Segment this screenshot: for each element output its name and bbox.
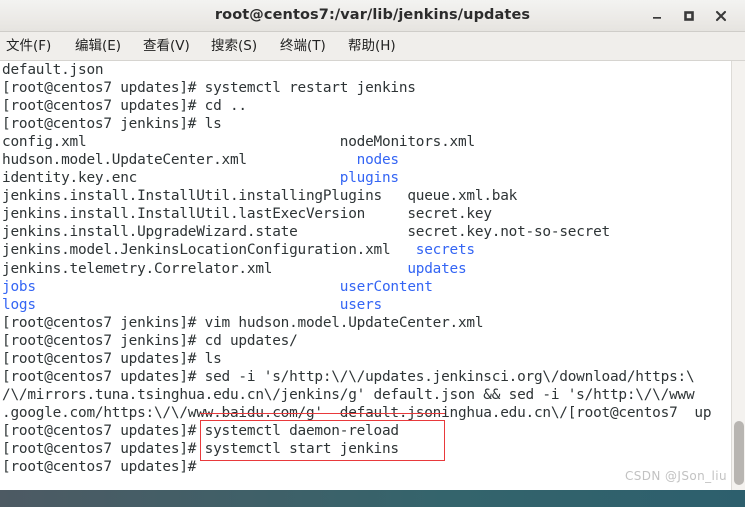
file-entry: config.xml: [2, 134, 87, 151]
file-entry: [86, 134, 339, 150]
file-entry: [137, 170, 340, 186]
menu-item-help[interactable]: 帮助(H): [348, 32, 396, 60]
close-button[interactable]: [707, 0, 735, 31]
directory-entry: updates: [407, 260, 467, 277]
terminal-line: [root@centos7 updates]# sed -i 's/http:\…: [2, 368, 695, 385]
file-entry: [36, 279, 340, 295]
close-icon: [715, 10, 727, 21]
terminal-line: jobs userContent: [2, 278, 711, 296]
title-bar: root@centos7:/var/lib/jenkins/updates: [0, 0, 745, 32]
file-entry: [272, 261, 407, 277]
watermark: CSDN @JSon_liu: [624, 469, 727, 483]
menu-item-file[interactable]: 文件(F): [6, 32, 51, 60]
terminal-output-area[interactable]: default.json [root@centos7 updates]# syst…: [0, 61, 731, 490]
terminal-line: config.xml nodeMonitors.xml: [2, 133, 711, 151]
maximize-button[interactable]: [675, 0, 703, 31]
terminal-line: jenkins.model.JenkinsLocationConfigurati…: [2, 241, 711, 259]
terminal-line: [root@centos7 updates]# systemctl restar…: [2, 80, 416, 97]
directory-entry: userContent: [339, 278, 433, 295]
file-entry: [365, 206, 407, 222]
file-entry: [298, 224, 408, 240]
file-entry: jenkins.model.JenkinsLocationConfigurati…: [2, 242, 391, 259]
menu-item-edit[interactable]: 编辑(E): [75, 32, 121, 60]
file-entry: hudson.model.UpdateCenter.xml: [2, 152, 247, 169]
terminal-line: hudson.model.UpdateCenter.xml nodes: [2, 151, 711, 169]
terminal-line: jenkins.install.InstallUtil.lastExecVers…: [2, 205, 711, 223]
terminal-line: [root@centos7 updates]# cd ..: [2, 98, 247, 115]
file-entry: jenkins.install.InstallUtil.installingPl…: [2, 188, 382, 205]
file-entry: jenkins.install.InstallUtil.lastExecVers…: [2, 206, 366, 223]
terminal-scrollbar[interactable]: [731, 61, 745, 490]
menu-item-search[interactable]: 搜索(S): [211, 32, 257, 60]
menu-bar: 文件(F) 编辑(E) 查看(V) 搜索(S) 终端(T) 帮助(H): [0, 32, 745, 61]
file-entry: [247, 152, 357, 168]
file-entry: queue.xml.bak: [407, 188, 518, 205]
terminal-line: [root@centos7 updates]# systemctl start …: [2, 440, 399, 457]
file-entry: [36, 297, 340, 313]
file-entry: jenkins.telemetry.Correlator.xml: [2, 260, 273, 277]
directory-entry: secrets: [415, 242, 475, 259]
terminal-line: [root@centos7 jenkins]# vim hudson.model…: [2, 314, 484, 331]
terminal-line: jenkins.install.InstallUtil.installingPl…: [2, 187, 711, 205]
file-entry: jenkins.install.UpgradeWizard.state: [2, 224, 298, 241]
desktop-background-strip: [0, 490, 745, 507]
terminal-text: default.json [root@centos7 updates]# syst…: [2, 61, 712, 476]
file-entry: [390, 242, 415, 258]
file-entry: nodeMonitors.xml: [339, 134, 475, 151]
maximize-icon: [684, 10, 694, 21]
file-entry: [382, 188, 407, 204]
scrollbar-thumb[interactable]: [734, 421, 744, 485]
terminal-line: default.json: [2, 62, 104, 78]
terminal-window: root@centos7:/var/lib/jenkins/updates 文件…: [0, 0, 745, 507]
terminal-line: identity.key.enc plugins: [2, 169, 711, 187]
terminal-line: .google.com/https:\/\/www.baidu.com/g' d…: [2, 404, 712, 421]
file-entry: secret.key: [407, 206, 492, 223]
file-entry: identity.key.enc: [2, 170, 138, 187]
terminal-line: jenkins.telemetry.Correlator.xml updates: [2, 260, 711, 278]
terminal-line: /\/mirrors.tuna.tsinghua.edu.cn\/jenkins…: [2, 386, 695, 403]
directory-entry: logs: [2, 296, 36, 313]
terminal-line: [root@centos7 updates]# systemctl daemon…: [2, 422, 399, 439]
minimize-button[interactable]: [643, 0, 671, 31]
directory-entry: nodes: [356, 152, 399, 169]
menu-item-view[interactable]: 查看(V): [143, 32, 190, 60]
terminal-line: [root@centos7 jenkins]# cd updates/: [2, 332, 298, 349]
directory-entry: plugins: [339, 170, 399, 187]
menu-item-terminal[interactable]: 终端(T): [280, 32, 326, 60]
minimize-icon: [653, 16, 661, 19]
window-title: root@centos7:/var/lib/jenkins/updates: [214, 7, 531, 23]
terminal-line: [root@centos7 updates]#: [2, 459, 205, 476]
terminal-line: [root@centos7 jenkins]# ls: [2, 116, 222, 133]
file-entry: secret.key.not-so-secret: [407, 224, 610, 241]
terminal-line: logs users: [2, 296, 711, 314]
directory-entry: users: [339, 296, 382, 313]
directory-entry: jobs: [2, 278, 36, 295]
terminal-line: [root@centos7 updates]# ls: [2, 350, 222, 367]
terminal-line: jenkins.install.UpgradeWizard.state secr…: [2, 223, 711, 241]
